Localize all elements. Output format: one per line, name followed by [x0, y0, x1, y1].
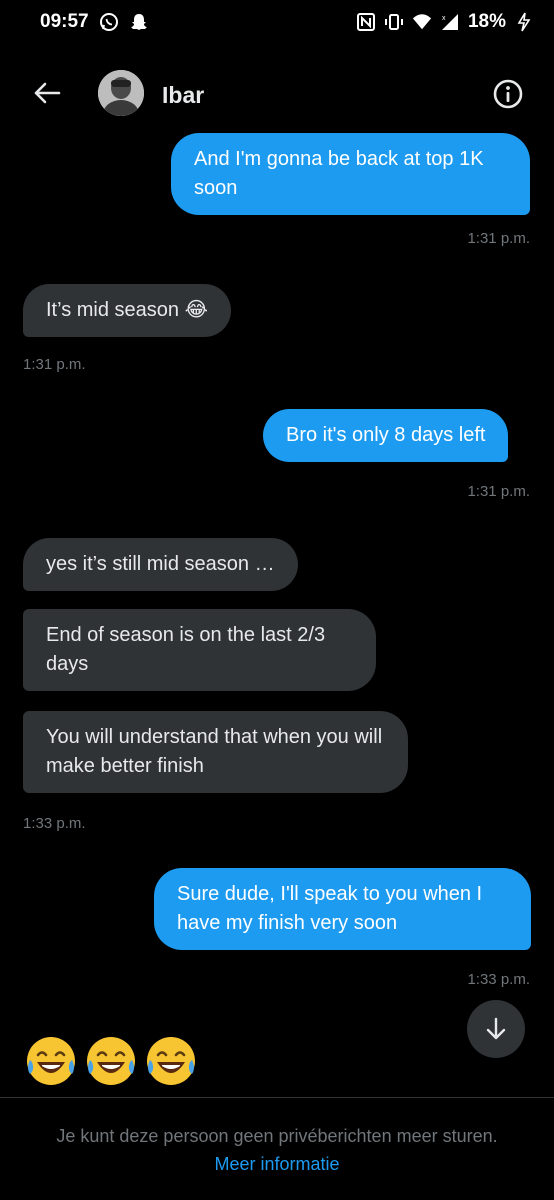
signal-icon: x: [440, 12, 460, 32]
nfc-icon: [356, 12, 376, 32]
arrow-left-icon: [34, 82, 61, 104]
vibrate-icon: [384, 12, 404, 32]
message-bubble-incoming[interactable]: You will understand that when you will m…: [23, 711, 408, 793]
back-button[interactable]: [30, 76, 64, 110]
conversation-header: Ibar: [0, 62, 554, 126]
message-bubble-outgoing[interactable]: Sure dude, I'll speak to you when I have…: [154, 868, 531, 950]
laughing-tears-emoji-icon: [27, 1037, 75, 1085]
message-bubble-outgoing[interactable]: Bro it's only 8 days left: [263, 409, 509, 462]
emoji-message[interactable]: [24, 1034, 198, 1088]
message-bubble-outgoing[interactable]: And I'm gonna be back at top 1K soon: [171, 133, 530, 215]
arrow-down-icon: [486, 1017, 506, 1040]
status-time: 09:57: [40, 11, 89, 32]
message-timestamp: 1:31 p.m.: [23, 356, 86, 373]
info-icon: [493, 79, 523, 109]
snapchat-icon: [129, 12, 149, 32]
footer-divider: [0, 1097, 554, 1098]
message-timestamp: 1:33 p.m.: [23, 815, 86, 832]
contact-name[interactable]: Ibar: [162, 82, 204, 109]
avatar[interactable]: [98, 70, 144, 116]
message-timestamp: 1:31 p.m.: [467, 483, 530, 500]
laughing-tears-emoji-icon: [147, 1037, 195, 1085]
info-button[interactable]: [490, 76, 526, 112]
message-bubble-incoming[interactable]: It’s mid season 😂: [23, 284, 231, 337]
scroll-to-bottom-button[interactable]: [467, 1000, 525, 1058]
status-bar: 09:57 x 18%: [0, 0, 554, 44]
charging-icon: [514, 12, 534, 32]
wifi-icon: [412, 12, 432, 32]
message-timestamp: 1:33 p.m.: [467, 971, 530, 988]
message-timestamp: 1:31 p.m.: [467, 230, 530, 247]
whatsapp-icon: [99, 12, 119, 32]
cannot-message-notice: Je kunt deze persoon geen privéberichten…: [56, 1126, 498, 1146]
svg-text:x: x: [442, 15, 446, 22]
more-info-link[interactable]: Meer informatie: [0, 1154, 554, 1175]
laughing-tears-emoji-icon: [87, 1037, 135, 1085]
message-bubble-incoming[interactable]: End of season is on the last 2/3 days: [23, 609, 376, 691]
message-bubble-incoming[interactable]: yes it’s still mid season …: [23, 538, 298, 591]
battery-level: 18%: [467, 11, 506, 32]
